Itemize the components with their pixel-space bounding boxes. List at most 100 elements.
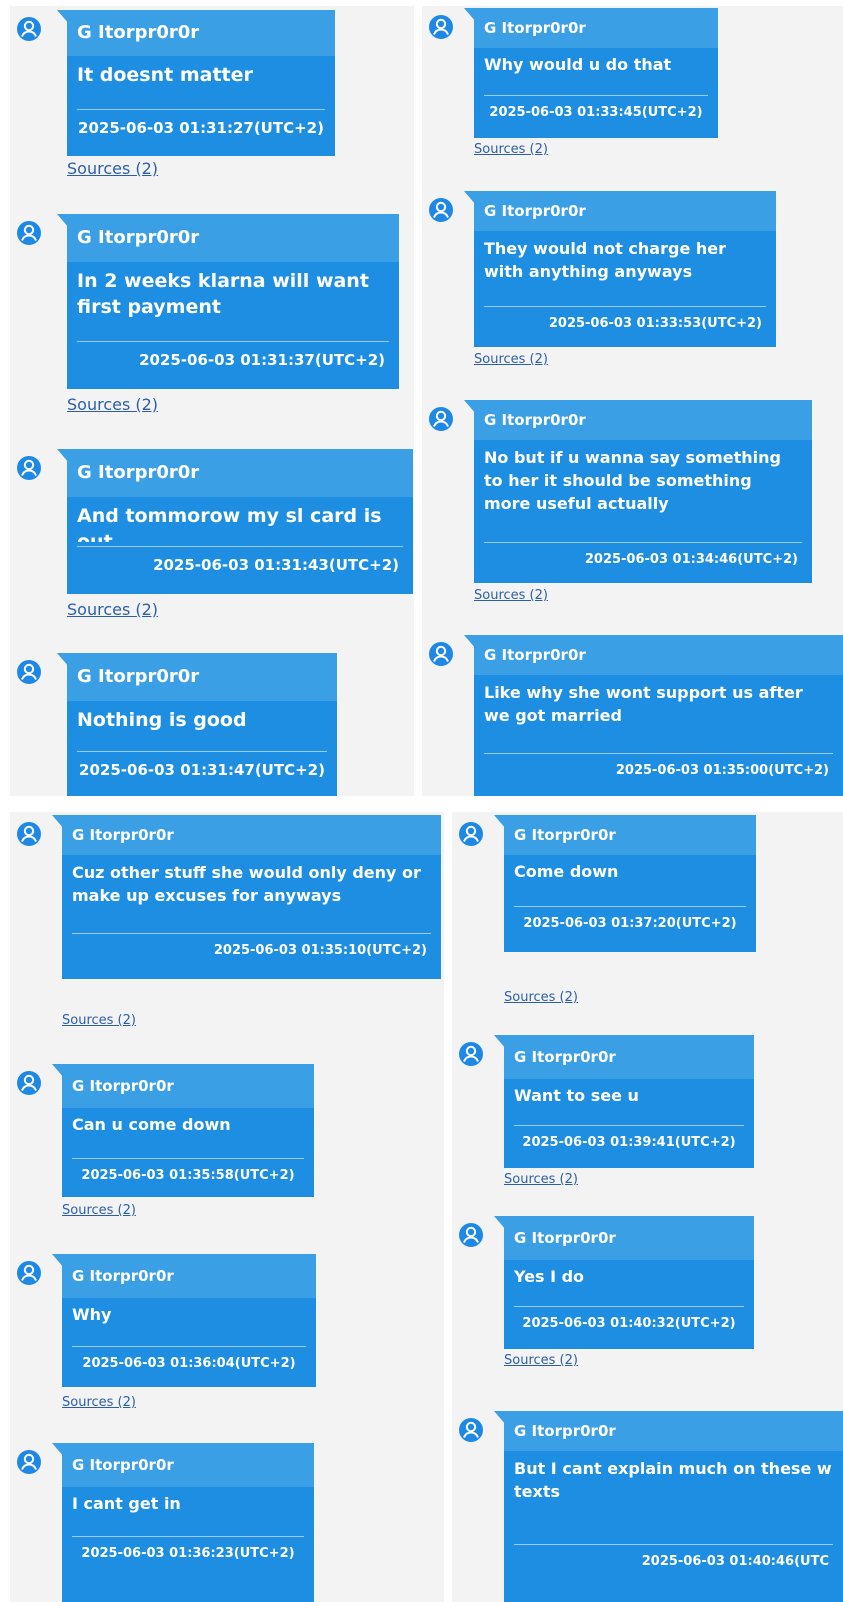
user-icon	[458, 1041, 484, 1067]
message-divider	[77, 109, 325, 110]
message-bubble: G Itorpr0r0r Nothing is good 2025-06-03 01…	[57, 653, 337, 796]
sources-link[interactable]: Sources (2)	[504, 1353, 578, 1368]
user-icon	[16, 1449, 42, 1475]
message-bubble: G Itorpr0r0r Why 2025-06-03 01:36:04(UTC+2…	[52, 1254, 316, 1387]
message-sender: G Itorpr0r0r	[474, 191, 776, 231]
sources-link[interactable]: Sources (2)	[504, 990, 578, 1005]
message-divider	[72, 1158, 304, 1159]
user-icon	[16, 16, 42, 42]
message-bubble: G Itorpr0r0r In 2 weeks klarna will want …	[57, 214, 399, 389]
message-timestamp: 2025-06-03 01:35:58(UTC+2)	[81, 1168, 295, 1183]
message-bubble: G Itorpr0r0r Want to see u 2025-06-03 01:3…	[494, 1035, 754, 1168]
message-divider	[484, 95, 708, 96]
message-divider	[77, 341, 389, 342]
message-sender: G Itorpr0r0r	[62, 1254, 316, 1298]
chat-panel: G Itorpr0r0r Cuz other stuff she would on…	[10, 812, 444, 1602]
message-timestamp: 2025-06-03 01:36:23(UTC+2)	[81, 1546, 295, 1561]
message-sender: G Itorpr0r0r	[67, 449, 413, 497]
message-text: Why would u do that	[484, 55, 672, 74]
message-timestamp: 2025-06-03 01:40:32(UTC+2)	[522, 1316, 736, 1331]
sources-link[interactable]: Sources (2)	[504, 1172, 578, 1187]
message-timestamp: 2025-06-03 01:33:45(UTC+2)	[489, 105, 703, 120]
message-text: In 2 weeks klarna will want first paymen…	[77, 270, 369, 318]
message-text: They would not charge her with anything …	[484, 239, 726, 281]
message-divider	[72, 933, 431, 934]
message-bubble: G Itorpr0r0r Can u come down 2025-06-03 01…	[52, 1064, 314, 1197]
message-text: But I cant explain much on these w texts	[514, 1459, 832, 1501]
message-text: Want to see u	[514, 1086, 639, 1105]
message-timestamp: 2025-06-03 01:31:43(UTC+2)	[153, 556, 399, 574]
message-bubble: G Itorpr0r0r Come down 2025-06-03 01:37:20…	[494, 815, 756, 952]
message-divider	[484, 306, 766, 307]
message-bubble: G Itorpr0r0r No but if u wanna say someth…	[464, 400, 812, 583]
user-icon	[428, 14, 454, 40]
message-text: Like why she wont support us after we go…	[484, 683, 803, 725]
message-sender: G Itorpr0r0r	[474, 8, 718, 48]
message-text: Cuz other stuff she would only deny or m…	[72, 863, 421, 905]
message-timestamp: 2025-06-03 01:31:27(UTC+2)	[78, 119, 324, 137]
message-divider	[72, 1346, 306, 1347]
message-divider	[514, 1544, 833, 1545]
user-icon	[458, 821, 484, 847]
message-sender: G Itorpr0r0r	[504, 1035, 754, 1079]
message-bubble: G Itorpr0r0r I cant get in 2025-06-03 01:3…	[52, 1443, 314, 1602]
user-icon	[16, 821, 42, 847]
sources-link[interactable]: Sources (2)	[62, 1203, 136, 1218]
user-icon	[16, 455, 42, 481]
message-text: Yes I do	[514, 1267, 585, 1286]
message-timestamp: 2025-06-03 01:37:20(UTC+2)	[523, 916, 737, 931]
message-text: And tommorow my sl card is out	[77, 505, 382, 542]
message-text: It doesnt matter	[77, 64, 253, 86]
chat-panel: G Itorpr0r0r Why would u do that 2025-06-0…	[422, 6, 843, 796]
message-sender: G Itorpr0r0r	[474, 635, 843, 675]
message-sender: G Itorpr0r0r	[62, 815, 441, 855]
sources-link[interactable]: Sources (2)	[67, 159, 158, 178]
sources-link[interactable]: Sources (2)	[474, 588, 548, 603]
message-sender: G Itorpr0r0r	[67, 10, 335, 56]
message-text: Come down	[514, 862, 619, 881]
user-icon	[428, 641, 454, 667]
message-bubble: G Itorpr0r0r And tommorow my sl card is o…	[57, 449, 413, 594]
message-timestamp: 2025-06-03 01:40:46(UTC	[641, 1554, 829, 1569]
sources-link[interactable]: Sources (2)	[474, 142, 548, 157]
message-bubble: G Itorpr0r0r They would not charge her wi…	[464, 191, 776, 347]
message-timestamp: 2025-06-03 01:31:47(UTC+2)	[79, 761, 325, 779]
message-text: I cant get in	[72, 1494, 181, 1513]
user-icon	[428, 197, 454, 223]
message-sender: G Itorpr0r0r	[474, 400, 812, 440]
user-icon	[16, 659, 42, 685]
user-icon	[16, 1070, 42, 1096]
message-sender: G Itorpr0r0r	[67, 214, 399, 262]
sources-link[interactable]: Sources (2)	[62, 1395, 136, 1410]
sources-link[interactable]: Sources (2)	[62, 1013, 136, 1028]
message-divider	[514, 906, 746, 907]
sources-link[interactable]: Sources (2)	[67, 395, 158, 414]
message-sender: G Itorpr0r0r	[67, 653, 337, 701]
message-divider	[514, 1125, 744, 1126]
message-bubble: G Itorpr0r0r It doesnt matter 2025-06-03 0…	[57, 10, 335, 156]
chat-panel: G Itorpr0r0r Come down 2025-06-03 01:37:20…	[452, 812, 843, 1602]
user-icon	[428, 406, 454, 432]
chat-panel: G Itorpr0r0r It doesnt matter 2025-06-03 0…	[10, 6, 414, 796]
message-text: Can u come down	[72, 1115, 231, 1134]
message-sender: G Itorpr0r0r	[504, 815, 756, 855]
message-divider	[77, 751, 327, 752]
message-text: No but if u wanna say something to her i…	[484, 448, 781, 513]
message-sender: G Itorpr0r0r	[504, 1411, 843, 1451]
message-timestamp: 2025-06-03 01:34:46(UTC+2)	[584, 552, 798, 567]
message-divider	[484, 542, 802, 543]
message-bubble: G Itorpr0r0r Like why she wont support us…	[464, 635, 843, 796]
user-icon	[16, 1260, 42, 1286]
user-icon	[458, 1417, 484, 1443]
sources-link[interactable]: Sources (2)	[67, 600, 158, 619]
message-timestamp: 2025-06-03 01:31:37(UTC+2)	[139, 351, 385, 369]
message-timestamp: 2025-06-03 01:35:00(UTC+2)	[615, 763, 829, 778]
message-bubble: G Itorpr0r0r Why would u do that 2025-06-0…	[464, 8, 718, 138]
message-divider	[484, 753, 833, 754]
message-text: Nothing is good	[77, 709, 247, 731]
message-timestamp: 2025-06-03 01:35:10(UTC+2)	[213, 943, 427, 958]
message-timestamp: 2025-06-03 01:39:41(UTC+2)	[522, 1135, 736, 1150]
message-sender: G Itorpr0r0r	[62, 1064, 314, 1108]
sources-link[interactable]: Sources (2)	[474, 352, 548, 367]
message-bubble: G Itorpr0r0r But I cant explain much on t…	[494, 1411, 843, 1602]
